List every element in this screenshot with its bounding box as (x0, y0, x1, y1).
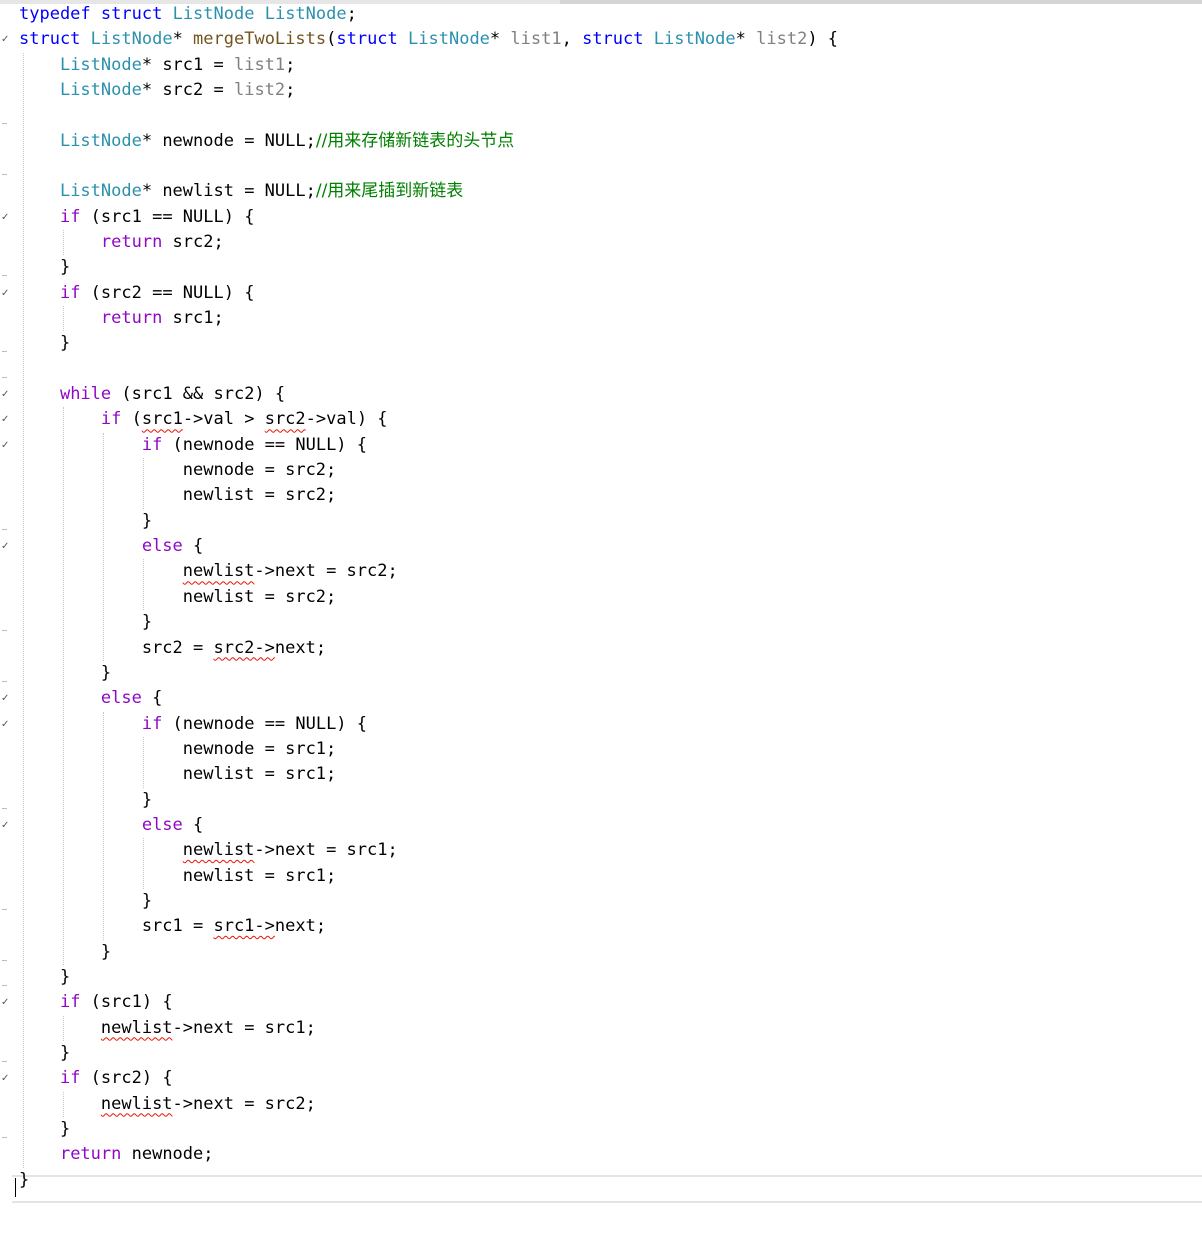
code-line[interactable]: ListNode* src1 = list1; (19, 53, 295, 77)
code-line[interactable]: newlist = src2; (19, 585, 337, 609)
code-line[interactable]: return newnode; (19, 1142, 214, 1166)
code-line[interactable]: } (19, 889, 152, 913)
text-caret (15, 1178, 16, 1197)
code-line[interactable]: else { (19, 813, 203, 837)
code-line[interactable]: if (src1) { (19, 990, 173, 1014)
code-line[interactable]: return src1; (19, 306, 224, 330)
code-line[interactable]: newnode = src2; (19, 458, 337, 482)
code-line[interactable]: } (19, 255, 70, 279)
code-line[interactable]: src1 = src1->next; (19, 914, 326, 938)
code-line[interactable]: } (19, 1168, 29, 1192)
code-line[interactable]: newlist->next = src1; (19, 1016, 316, 1040)
code-line[interactable]: if (newnode == NULL) { (19, 712, 367, 736)
code-line[interactable]: ListNode* src2 = list2; (19, 78, 295, 102)
code-line[interactable]: } (19, 1117, 70, 1141)
code-line[interactable]: struct ListNode* mergeTwoLists(struct Li… (19, 27, 838, 51)
code-line[interactable]: return src2; (19, 230, 224, 254)
code-line[interactable]: if (newnode == NULL) { (19, 433, 367, 457)
code-line[interactable]: if (src2) { (19, 1066, 173, 1090)
code-line[interactable]: newlist->next = src2; (19, 1092, 316, 1116)
code-line[interactable]: } (19, 965, 70, 989)
code-line[interactable]: src2 = src2->next; (19, 636, 326, 660)
code-line[interactable]: while (src1 && src2) { (19, 382, 285, 406)
code-area[interactable]: typedef struct ListNode ListNode; struct … (0, 0, 1202, 1240)
code-line[interactable]: } (19, 509, 152, 533)
code-line[interactable]: ListNode* newlist = NULL;//用来尾插到新链表 (19, 179, 463, 203)
code-line[interactable]: newlist->next = src2; (19, 559, 398, 583)
code-line[interactable]: if (src1 == NULL) { (19, 205, 254, 229)
code-line[interactable]: newlist->next = src1; (19, 838, 398, 862)
code-line[interactable]: } (19, 1041, 70, 1065)
code-line[interactable]: newlist = src1; (19, 762, 337, 786)
code-line[interactable]: typedef struct ListNode ListNode; (19, 2, 357, 26)
code-line[interactable]: if (src2 == NULL) { (19, 281, 254, 305)
code-line[interactable]: if (src1->val > src2->val) { (19, 407, 388, 431)
code-line[interactable]: } (19, 331, 70, 355)
code-line[interactable]: newlist = src1; (19, 864, 337, 888)
code-line[interactable]: else { (19, 686, 162, 710)
code-line[interactable]: } (19, 940, 111, 964)
code-line[interactable]: newnode = src1; (19, 737, 337, 761)
code-line[interactable]: else { (19, 534, 203, 558)
code-line[interactable]: } (19, 788, 152, 812)
code-line[interactable]: } (19, 661, 111, 685)
code-line[interactable]: newlist = src2; (19, 483, 337, 507)
code-line[interactable]: } (19, 610, 152, 634)
code-editor[interactable]: ✓ ✓ ✓ ✓ ✓ ✓ ✓ ✓ ✓ ✓ ✓ ✓ typedef struct ListNode Lis… (0, 0, 1202, 1240)
code-line[interactable]: ListNode* newnode = NULL;//用来存储新链表的头节点 (19, 129, 514, 153)
